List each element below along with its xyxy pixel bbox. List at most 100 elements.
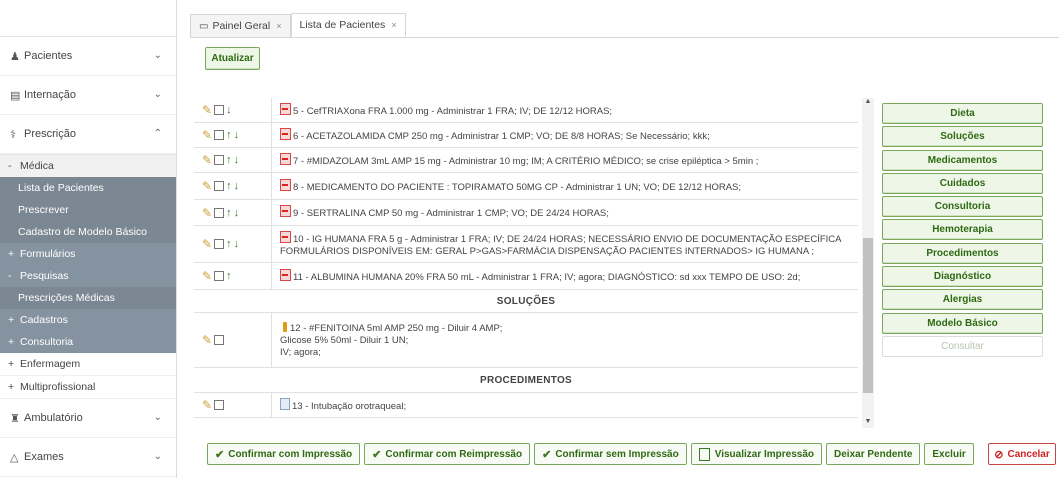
row-checkbox[interactable]	[214, 239, 225, 249]
chevron-up-icon: ⌃	[153, 128, 162, 139]
arrow-up-icon[interactable]: ↑	[226, 270, 232, 282]
check-icon: ✔	[215, 448, 225, 461]
leave-pending-button[interactable]: Deixar Pendente	[826, 443, 921, 465]
arrow-up-icon[interactable]: ↑	[226, 238, 232, 250]
category-consultar-button: Consultar	[882, 335, 1043, 357]
row-line: 12 - #FENITOINA 5ml AMP 250 mg - Diluir …	[280, 321, 858, 335]
sidebar-link-prescricoes-medicas[interactable]: Prescrições Médicas	[0, 287, 176, 309]
chevron-down-icon: ⌄	[153, 50, 162, 61]
sidebar-item-internacao[interactable]: ▤ Internação ⌄	[0, 76, 176, 115]
row-checkbox[interactable]	[214, 400, 225, 410]
row-label: 11 - ALBUMINA HUMANA 20% FRA 50 mL - Adm…	[293, 271, 801, 283]
sidebar-item-exames[interactable]: △ Exames ⌄	[0, 438, 176, 477]
prescription-icon	[280, 152, 291, 165]
scroll-down-icon[interactable]: ▼	[862, 418, 874, 428]
pencil-icon[interactable]: ✎	[202, 206, 212, 220]
sidebar-sub-enfermagem[interactable]: + Enfermagem	[0, 353, 176, 376]
category-solucoes-button[interactable]: Soluções	[882, 126, 1043, 148]
arrow-down-icon[interactable]: ↓	[234, 154, 240, 166]
category-procedimentos-button[interactable]: Procedimentos	[882, 242, 1043, 264]
category-hemoterapia-button[interactable]: Hemoterapia	[882, 219, 1043, 241]
arrow-down-icon[interactable]: ↓	[226, 104, 232, 116]
sidebar-sub-label: Pesquisas	[20, 270, 69, 282]
confirm-reprint-button[interactable]: ✔ Confirmar com Reimpressão	[364, 443, 531, 465]
sidebar-sub-multiprofissional[interactable]: + Multiprofissional	[0, 376, 176, 399]
pencil-icon[interactable]: ✎	[202, 237, 212, 251]
row-checkbox[interactable]	[214, 271, 225, 281]
arrow-up-icon[interactable]: ↑	[226, 180, 232, 192]
row-checkbox[interactable]	[214, 130, 225, 140]
pencil-icon[interactable]: ✎	[202, 398, 212, 412]
sidebar: ♟ Pacientes ⌄ ▤ Internação ⌄ ⚕ Prescriçã…	[0, 0, 177, 478]
arrow-up-icon[interactable]: ↑	[226, 207, 232, 219]
arrow-down-icon[interactable]: ↓	[234, 238, 240, 250]
pencil-icon[interactable]: ✎	[202, 269, 212, 283]
sidebar-item-pacientes[interactable]: ♟ Pacientes ⌄	[0, 37, 176, 76]
arrow-down-icon[interactable]: ↓	[234, 129, 240, 141]
sidebar-link-lista-pacientes[interactable]: Lista de Pacientes	[0, 177, 176, 199]
cancel-button[interactable]: ⊘ Cancelar	[988, 443, 1056, 465]
preview-icon	[698, 447, 710, 461]
check-icon: ✔	[372, 448, 382, 461]
ban-icon: ⊘	[994, 448, 1004, 461]
sidebar-sub-pesquisas[interactable]: - Pesquisas	[0, 265, 176, 287]
sidebar-sub-formularios[interactable]: + Formulários	[0, 243, 176, 265]
category-consultoria-button[interactable]: Consultoria	[882, 196, 1043, 218]
document-icon	[280, 397, 290, 410]
arrow-down-icon[interactable]: ↓	[234, 207, 240, 219]
sidebar-sub-medica[interactable]: - Médica	[0, 154, 176, 177]
row-controls: ✎ ↑ ↓	[194, 123, 272, 147]
sidebar-item-ambulatorio[interactable]: ♜ Ambulatório ⌄	[0, 399, 176, 438]
sidebar-item-label: Prescrição	[24, 128, 76, 140]
sidebar-link-cadastro-modelo[interactable]: Cadastro de Modelo Básico	[0, 221, 176, 243]
category-dieta-button[interactable]: Dieta	[882, 103, 1043, 124]
sidebar-link-prescrever[interactable]: Prescrever	[0, 199, 176, 221]
close-icon[interactable]: ×	[391, 20, 396, 30]
sidebar-item-prescricao[interactable]: ⚕ Prescrição ⌃	[0, 115, 176, 154]
row-label: 8 - MEDICAMENTO DO PACIENTE : TOPIRAMATO…	[293, 181, 742, 193]
row-checkbox[interactable]	[214, 181, 225, 191]
pencil-icon[interactable]: ✎	[202, 128, 212, 142]
scrollbar-thumb[interactable]	[863, 238, 873, 393]
scroll-up-icon[interactable]: ▲	[862, 98, 874, 108]
sidebar-sub-consultoria[interactable]: + Consultoria	[0, 331, 176, 353]
row-text: 10 - IG HUMANA FRA 5 g - Administrar 1 F…	[272, 230, 858, 258]
sidebar-sub-cadastros[interactable]: + Cadastros	[0, 309, 176, 331]
tab-painel-geral[interactable]: ▭ Painel Geral ×	[190, 14, 291, 37]
row-checkbox[interactable]	[214, 335, 225, 345]
row-controls: ✎ ↑ ↓	[194, 148, 272, 172]
prescription-icon	[280, 127, 291, 140]
pencil-icon[interactable]: ✎	[202, 153, 212, 167]
plus-icon: +	[8, 336, 15, 348]
row-checkbox[interactable]	[214, 207, 225, 218]
view-print-button[interactable]: Visualizar Impressão	[690, 443, 823, 465]
tab-lista-pacientes[interactable]: Lista de Pacientes ×	[290, 13, 406, 37]
close-icon[interactable]: ×	[276, 21, 281, 31]
category-modelo-basico-button[interactable]: Modelo Básico	[882, 312, 1043, 334]
button-label: Visualizar Impressão	[714, 448, 815, 460]
row-controls: ✎	[194, 393, 272, 417]
section-header-solucoes: SOLUÇÕES	[194, 290, 858, 313]
arrow-down-icon[interactable]: ↓	[234, 180, 240, 192]
pencil-icon[interactable]: ✎	[202, 333, 212, 347]
row-checkbox[interactable]	[214, 155, 225, 165]
row-text: 13 - Intubação orotraqueal;	[272, 397, 858, 413]
user-icon: ♟	[10, 50, 20, 63]
arrow-up-icon[interactable]: ↑	[226, 129, 232, 141]
tab-label: Lista de Pacientes	[299, 19, 386, 31]
category-cuidados-button[interactable]: Cuidados	[882, 172, 1043, 194]
category-diagnostico-button[interactable]: Diagnóstico	[882, 266, 1043, 288]
minus-icon: -	[8, 270, 12, 282]
category-alergias-button[interactable]: Alergias	[882, 289, 1043, 311]
row-checkbox[interactable]	[214, 105, 225, 115]
row-line: 10 - IG HUMANA FRA 5 g - Administrar 1 F…	[280, 230, 858, 246]
delete-button[interactable]: Excluir	[924, 443, 974, 465]
confirm-print-button[interactable]: ✔ Confirmar com Impressão	[207, 443, 361, 465]
refresh-button[interactable]: Atualizar	[205, 47, 260, 70]
category-medicamentos-button[interactable]: Medicamentos	[882, 149, 1043, 171]
pencil-icon[interactable]: ✎	[202, 179, 212, 193]
list-scrollbar[interactable]: ▲ ▼	[862, 98, 874, 428]
pencil-icon[interactable]: ✎	[202, 103, 212, 117]
arrow-up-icon[interactable]: ↑	[226, 154, 232, 166]
confirm-no-print-button[interactable]: ✔ Confirmar sem Impressão	[534, 443, 687, 465]
